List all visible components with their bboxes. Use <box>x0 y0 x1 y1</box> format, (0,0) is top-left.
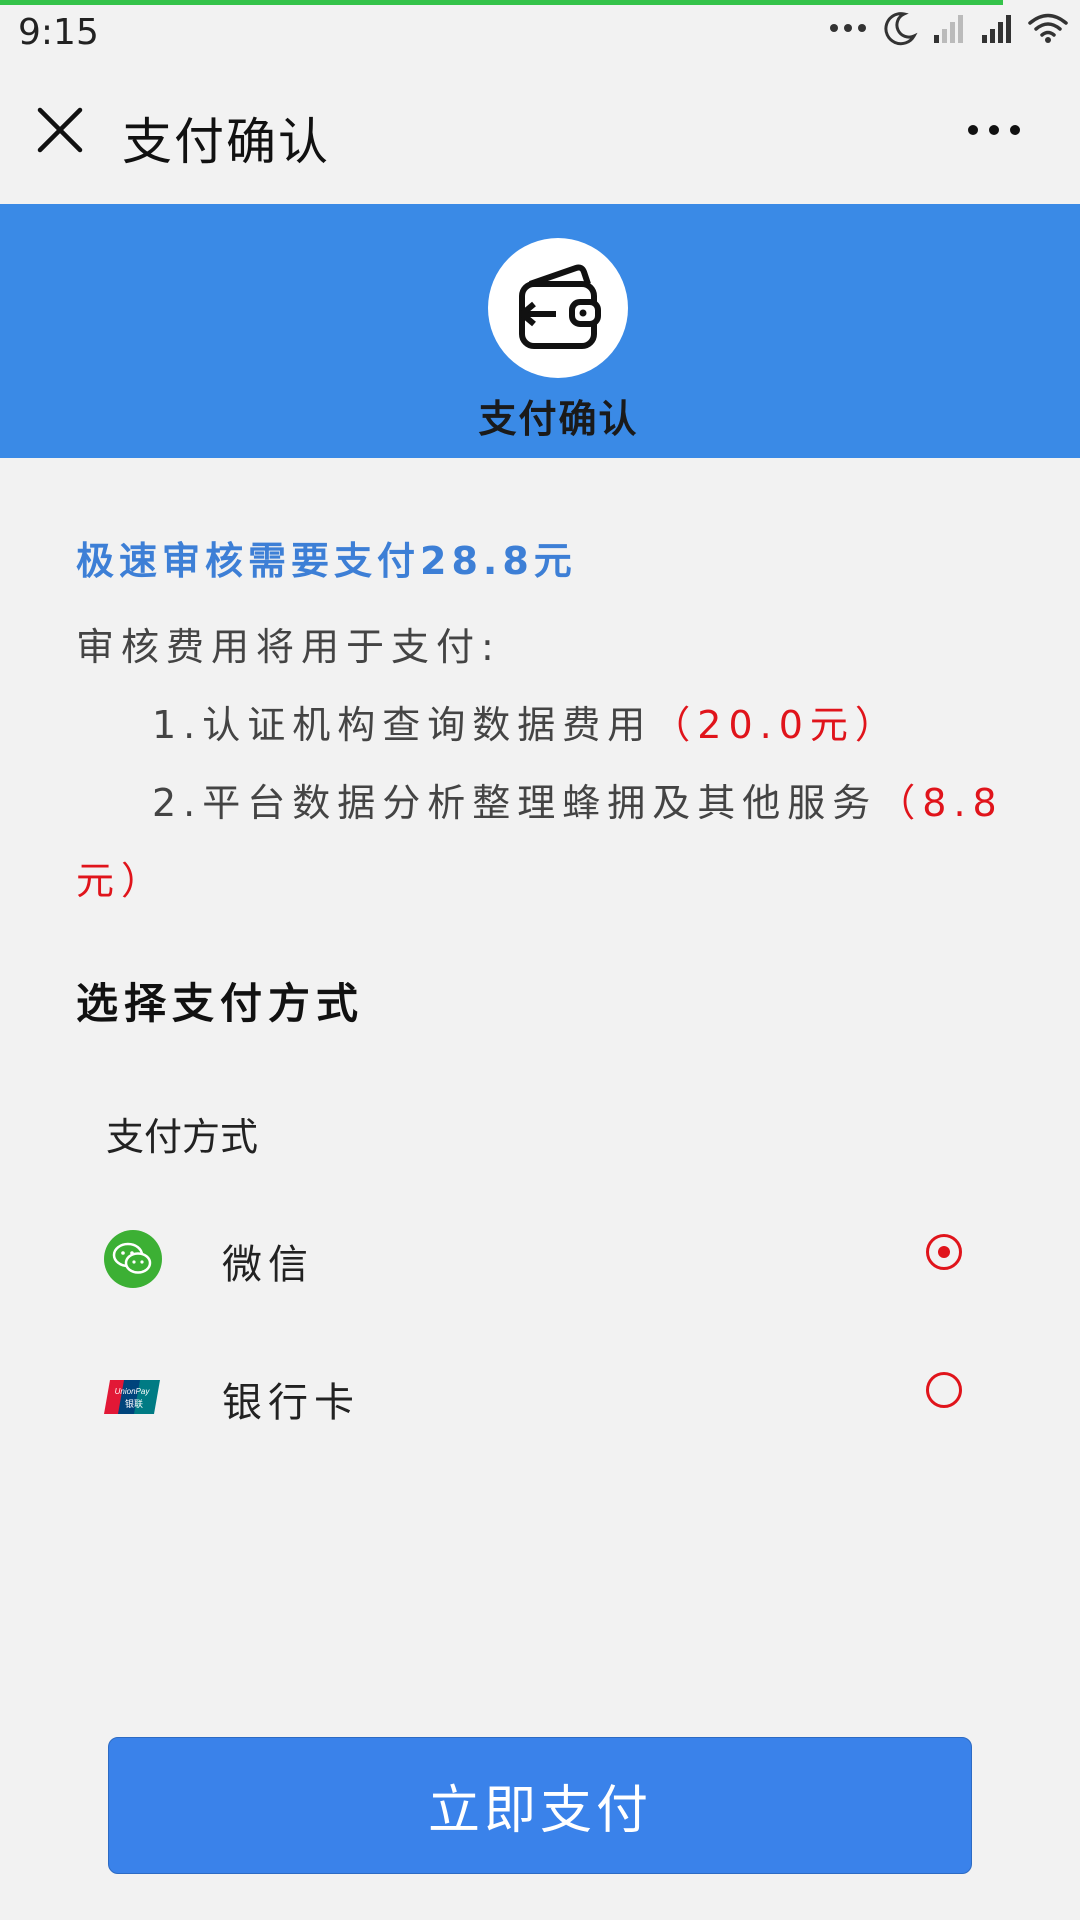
more-icon[interactable] <box>966 122 1022 138</box>
wallet-icon-badge <box>488 238 628 378</box>
radio-selected[interactable] <box>926 1234 962 1270</box>
svg-text:UnionPay: UnionPay <box>115 1387 151 1396</box>
more-dots-icon <box>830 24 866 32</box>
signal-weak-icon <box>934 15 963 43</box>
fee-item-amount: （8.8 <box>877 781 1004 825</box>
status-time: 9:15 <box>18 12 99 53</box>
signal-icon <box>982 15 1011 43</box>
wallet-icon <box>519 264 601 349</box>
payment-method-subtitle: 支付方式 <box>106 1115 259 1159</box>
pay-now-button[interactable]: 立即支付 <box>108 1737 972 1874</box>
wifi-icon <box>1028 13 1068 43</box>
navigation-bar: 支付确认 <box>0 62 1080 204</box>
fee-item-amount-continued: 元） <box>76 859 167 903</box>
unionpay-icon: UnionPay 银联 <box>104 1380 160 1414</box>
fee-item: 1.认证机构查询数据费用（20.0元） <box>76 686 1006 764</box>
header-banner: 支付确认 <box>0 204 1080 458</box>
radio-unselected[interactable] <box>926 1372 962 1408</box>
close-icon[interactable] <box>36 106 84 154</box>
status-bar: 9:15 <box>0 0 1080 62</box>
svg-text:银联: 银联 <box>125 1398 143 1410</box>
fee-item: 2.平台数据分析整理蜂拥及其他服务（8.8 <box>76 764 1006 842</box>
page-title: 支付确认 <box>122 113 330 171</box>
wechat-icon <box>104 1230 162 1288</box>
moon-icon <box>884 12 918 46</box>
payment-option-wechat[interactable]: 微信 <box>0 1206 1080 1306</box>
payment-section-title: 选择支付方式 <box>76 979 365 1028</box>
payment-option-label: 微信 <box>222 1242 314 1288</box>
fee-intro: 审核费用将用于支付: <box>76 625 501 669</box>
payment-option-label: 银行卡 <box>222 1380 360 1426</box>
payment-option-bank-card[interactable]: UnionPay 银联 银行卡 <box>0 1344 1080 1444</box>
banner-title: 支付确认 <box>478 397 639 441</box>
fee-item-text: 2.平台数据分析整理蜂拥及其他服务 <box>152 781 878 825</box>
fee-item-text: 1.认证机构查询数据费用 <box>152 703 653 747</box>
fee-headline: 极速审核需要支付28.8元 <box>76 539 577 583</box>
status-icons <box>828 10 1068 46</box>
fee-description: 极速审核需要支付28.8元 审核费用将用于支付: 1.认证机构查询数据费用（20… <box>76 530 1006 920</box>
fee-item-amount: （20.0元） <box>652 703 900 747</box>
